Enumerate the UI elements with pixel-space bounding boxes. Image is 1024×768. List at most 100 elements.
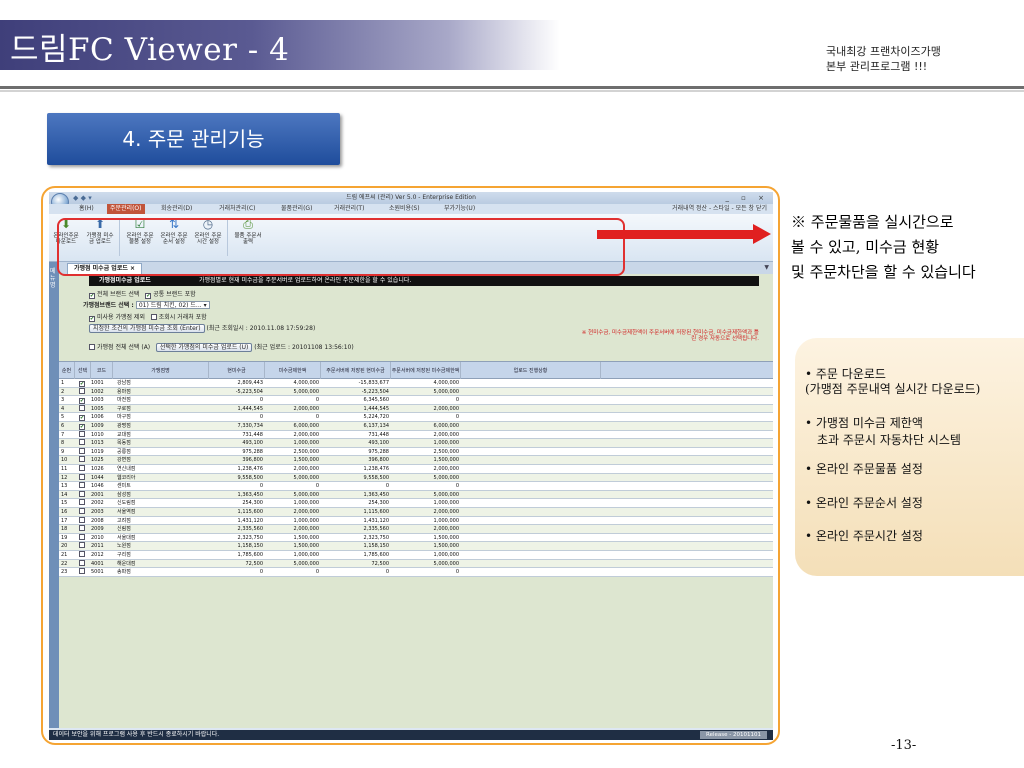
table-row[interactable]: 1 1001 강남점 2,809,443 4,000,000 -15,833,677 4,0… <box>59 379 773 388</box>
table-row[interactable]: 22 4001 해운대점 72,500 5,000,000 72,500 5,000,000 <box>59 559 773 569</box>
menu-extra[interactable]: 부가기능(U) <box>444 204 475 214</box>
table-row[interactable]: 10 1025 강변점 396,800 1,500,000 396,800 1,500,00… <box>59 456 773 465</box>
table-row[interactable]: 21 2012 구리점 1,785,600 1,000,000 1,785,600 1,00… <box>59 551 773 560</box>
menu-order[interactable]: 주문관리(O) <box>107 204 145 214</box>
row-select-checkbox[interactable] <box>79 424 85 430</box>
window-buttons[interactable]: _ ▫ × <box>725 192 769 204</box>
table-cell-select[interactable] <box>75 559 91 568</box>
common-brand-checkbox[interactable] <box>145 293 152 299</box>
table-cell-select[interactable] <box>75 456 91 464</box>
row-select-checkbox[interactable] <box>79 439 85 446</box>
table-cell-select[interactable] <box>75 542 91 550</box>
table-cell-select[interactable] <box>75 551 91 559</box>
table-cell-select[interactable] <box>75 430 91 439</box>
col-header[interactable]: 주문서버에 저장된 현미수금 <box>321 362 391 379</box>
table-row[interactable]: 17 2008 고려점 1,431,120 1,000,000 1,431,120 1,00… <box>59 516 773 526</box>
table-cell-select[interactable] <box>75 413 91 422</box>
exclude-unused-checkbox[interactable] <box>89 316 95 322</box>
menu-return[interactable]: 회송관리(D) <box>161 204 192 214</box>
row-select-checkbox[interactable] <box>79 499 85 506</box>
table-row[interactable]: 5 1006 마구점 0 0 5,224,720 0 <box>59 413 773 422</box>
table-row[interactable]: 16 2003 서울역점 1,115,600 2,000,000 1,115,600 2,0… <box>59 508 773 517</box>
table-cell-select[interactable] <box>75 447 91 456</box>
row-select-checkbox[interactable] <box>79 447 85 454</box>
col-header[interactable]: 순번 <box>59 362 75 379</box>
table-cell-select[interactable] <box>75 508 91 516</box>
menu-home[interactable]: 홈(H) <box>79 204 94 214</box>
include-query-checkbox[interactable] <box>150 314 157 320</box>
row-select-checkbox[interactable] <box>79 516 85 523</box>
table-row[interactable]: 9 1019 공릉점 975,288 2,500,000 975,288 2,500,000 <box>59 447 773 457</box>
row-select-checkbox[interactable] <box>79 430 85 437</box>
col-header[interactable]: 주문서버에 저장된 미수금제한액 <box>391 362 461 379</box>
brand-select[interactable]: 01) 드림 치킨, 02) 드... ▾ <box>135 301 210 309</box>
menu-goods[interactable]: 물품관리(G) <box>281 204 312 214</box>
row-select-checkbox[interactable] <box>79 508 85 514</box>
table-row[interactable]: 15 2002 신도림점 254,300 1,000,000 254,300 1,000,0… <box>59 499 773 508</box>
menu-expense[interactable]: 소원비용(S) <box>389 204 420 214</box>
menu-trade[interactable]: 거래관리(T) <box>334 204 364 214</box>
row-select-checkbox[interactable] <box>79 456 85 463</box>
table-cell-select[interactable] <box>75 525 91 533</box>
table-row[interactable]: 13 1046 센미트 0 0 0 0 <box>59 482 773 491</box>
all-brand-checkbox[interactable] <box>89 293 95 299</box>
row-select-checkbox[interactable] <box>79 465 85 471</box>
table-cell-select[interactable] <box>75 533 91 542</box>
table-row[interactable]: 20 2011 노원점 1,158,150 1,500,000 1,158,150 1,50… <box>59 542 773 551</box>
row-select-checkbox[interactable] <box>79 482 85 489</box>
menu-right-links[interactable]: 거래내역 정산 - 스타일 - 모든 창 닫기 <box>672 204 767 214</box>
table-cell-select[interactable] <box>75 473 91 482</box>
table-row[interactable]: 19 2010 서울대점 2,323,750 1,500,000 2,323,750 1,5… <box>59 533 773 543</box>
table-cell-select[interactable] <box>75 422 91 430</box>
query-button[interactable]: 지정한 조건의 가맹점 미수금 조회 (Enter) <box>89 324 205 333</box>
col-header[interactable]: 미수금제한액 <box>265 362 321 379</box>
table-cell-select[interactable] <box>75 465 91 473</box>
table-cell-select[interactable] <box>75 396 91 405</box>
col-header[interactable]: 코드 <box>91 362 113 379</box>
col-header[interactable]: 선택 <box>75 362 91 379</box>
table-cell-select[interactable] <box>75 439 91 447</box>
table-row[interactable]: 2 1002 용마점 -5,223,504 5,000,000 -5,223,504 5,0… <box>59 387 773 397</box>
row-select-checkbox[interactable] <box>79 381 85 387</box>
table-cell-select[interactable] <box>75 404 91 413</box>
table-row[interactable]: 18 2009 신림점 2,335,560 2,000,000 2,335,560 2,00… <box>59 525 773 534</box>
row-select-checkbox[interactable] <box>79 415 85 422</box>
row-select-checkbox[interactable] <box>79 398 85 405</box>
table-row[interactable]: 23 5001 송파점 0 0 0 0 <box>59 568 773 577</box>
table-cell-select[interactable] <box>75 387 91 396</box>
select-all-checkbox[interactable] <box>89 344 95 350</box>
col-header[interactable]: 업로드 진행상황 <box>461 362 601 379</box>
quick-access-icons[interactable]: ◆ ◆ ▾ <box>73 194 92 202</box>
table-row[interactable]: 7 1010 교대점 731,448 2,000,000 731,448 2,000,000 <box>59 430 773 440</box>
row-select-checkbox[interactable] <box>79 559 85 566</box>
table-row[interactable]: 6 1009 광명점 7,330,734 6,000,000 6,137,134 6,000… <box>59 422 773 431</box>
row-select-checkbox[interactable] <box>79 551 85 557</box>
row-select-checkbox[interactable] <box>79 525 85 532</box>
table-cell-progress <box>461 508 601 516</box>
chevron-down-icon[interactable]: ▼ <box>764 264 769 271</box>
table-row[interactable]: 8 1013 목동점 493,100 1,000,000 493,100 1,000,000 <box>59 439 773 448</box>
table-cell-select[interactable] <box>75 499 91 507</box>
table-cell-select[interactable] <box>75 490 91 499</box>
row-select-checkbox[interactable] <box>79 404 85 411</box>
table-cell-select[interactable] <box>75 379 91 387</box>
col-header[interactable]: 가맹점명 <box>113 362 209 379</box>
row-select-checkbox[interactable] <box>79 387 85 394</box>
table-row[interactable]: 11 1026 연신내점 1,238,476 2,000,000 1,238,476 2,0… <box>59 465 773 474</box>
upload-button[interactable]: 선택한 가맹점의 미수금 업로드 (U) <box>155 343 253 352</box>
row-select-checkbox[interactable] <box>79 473 85 480</box>
row-select-checkbox[interactable] <box>79 568 85 575</box>
row-select-checkbox[interactable] <box>79 542 85 549</box>
table-row[interactable]: 4 1005 구로점 1,444,545 2,000,000 1,444,545 2,000… <box>59 404 773 414</box>
col-header[interactable]: 현미수금 <box>209 362 265 379</box>
row-select-checkbox[interactable] <box>79 490 85 497</box>
side-strip[interactable]: 메뉴명 <box>49 262 59 728</box>
table-row[interactable]: 3 1003 마전점 0 0 6,345,560 0 <box>59 396 773 405</box>
table-row[interactable]: 14 2001 삼성점 1,363,450 5,000,000 1,363,450 5,00… <box>59 490 773 500</box>
menu-clients[interactable]: 거래처관리(C) <box>219 204 255 214</box>
table-row[interactable]: 12 1044 웹코리아 9,558,500 5,000,000 9,558,500 5,0… <box>59 473 773 483</box>
table-cell-select[interactable] <box>75 568 91 576</box>
table-cell-select[interactable] <box>75 516 91 525</box>
row-select-checkbox[interactable] <box>79 533 85 540</box>
table-cell-select[interactable] <box>75 482 91 490</box>
